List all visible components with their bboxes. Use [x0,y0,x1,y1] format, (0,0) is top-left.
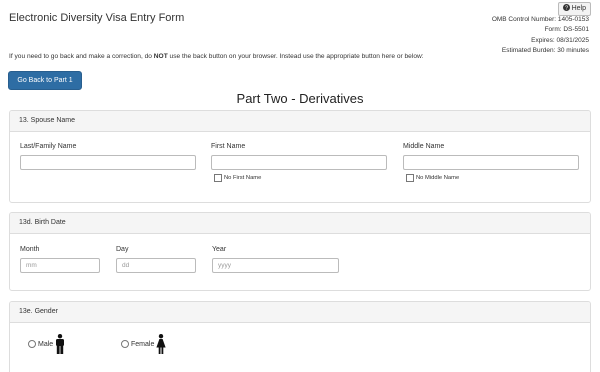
gender-panel: 13e. Gender Male Female [9,301,591,372]
male-person-icon [56,334,65,354]
middle-name-label: Middle Name [403,143,445,150]
female-label: Female [131,340,155,348]
notice-suffix: use the back button on your browser. Ins… [167,53,424,60]
male-radio[interactable] [28,340,36,348]
year-input[interactable] [212,258,339,273]
gender-heading: 13e. Gender [10,302,590,323]
navigation-notice: If you need to go back and make a correc… [9,53,424,60]
month-label: Month [20,246,40,253]
help-label: Help [571,5,586,12]
male-option[interactable]: Male [28,334,65,354]
no-middle-name-option[interactable]: No Middle Name [406,174,459,182]
female-radio[interactable] [121,340,129,348]
no-middle-name-label: No Middle Name [416,175,460,181]
question-circle-icon: ? [562,4,570,12]
day-input[interactable] [116,258,196,273]
day-label: Day [116,246,129,253]
no-first-name-label: No First Name [224,175,262,181]
omb-info: OMB Control Number: 1405-0153 Form: DS-5… [492,15,589,56]
app-title: Electronic Diversity Visa Entry Form [9,12,185,24]
last-name-label: Last/Family Name [20,143,77,150]
notice-prefix: If you need to go back and make a correc… [9,53,154,60]
male-label: Male [38,340,54,348]
first-name-input[interactable] [211,155,387,170]
form-number: Form: DS-5501 [544,26,589,34]
month-input[interactable] [20,258,100,273]
first-name-label: First Name [211,143,246,150]
expiration-date: Expires: 08/31/2025 [531,36,589,44]
spouse-name-panel: 13. Spouse Name Last/Family Name First N… [9,110,591,203]
female-person-icon [156,334,166,354]
spouse-name-heading: 13. Spouse Name [10,111,590,132]
middle-name-input[interactable] [403,155,579,170]
svg-text:?: ? [565,6,568,11]
female-option[interactable]: Female [121,334,166,354]
no-first-name-checkbox[interactable] [214,174,222,182]
help-button[interactable]: ? Help [557,2,591,16]
last-name-input[interactable] [20,155,196,170]
birth-date-panel: 13d. Birth Date Month Day Year [9,212,591,291]
year-label: Year [212,246,227,253]
notice-emphasis: NOT [153,53,168,60]
birth-date-heading: 13d. Birth Date [10,213,590,234]
go-back-to-part-1-button[interactable]: Go Back to Part 1 [8,71,82,90]
page-title: Part Two - Derivatives [236,91,364,106]
no-first-name-option[interactable]: No First Name [214,174,261,182]
no-middle-name-checkbox[interactable] [406,174,414,182]
omb-control-number: OMB Control Number: 1405-0153 [491,16,589,23]
estimated-burden: Estimated Burden: 30 minutes [501,46,589,54]
